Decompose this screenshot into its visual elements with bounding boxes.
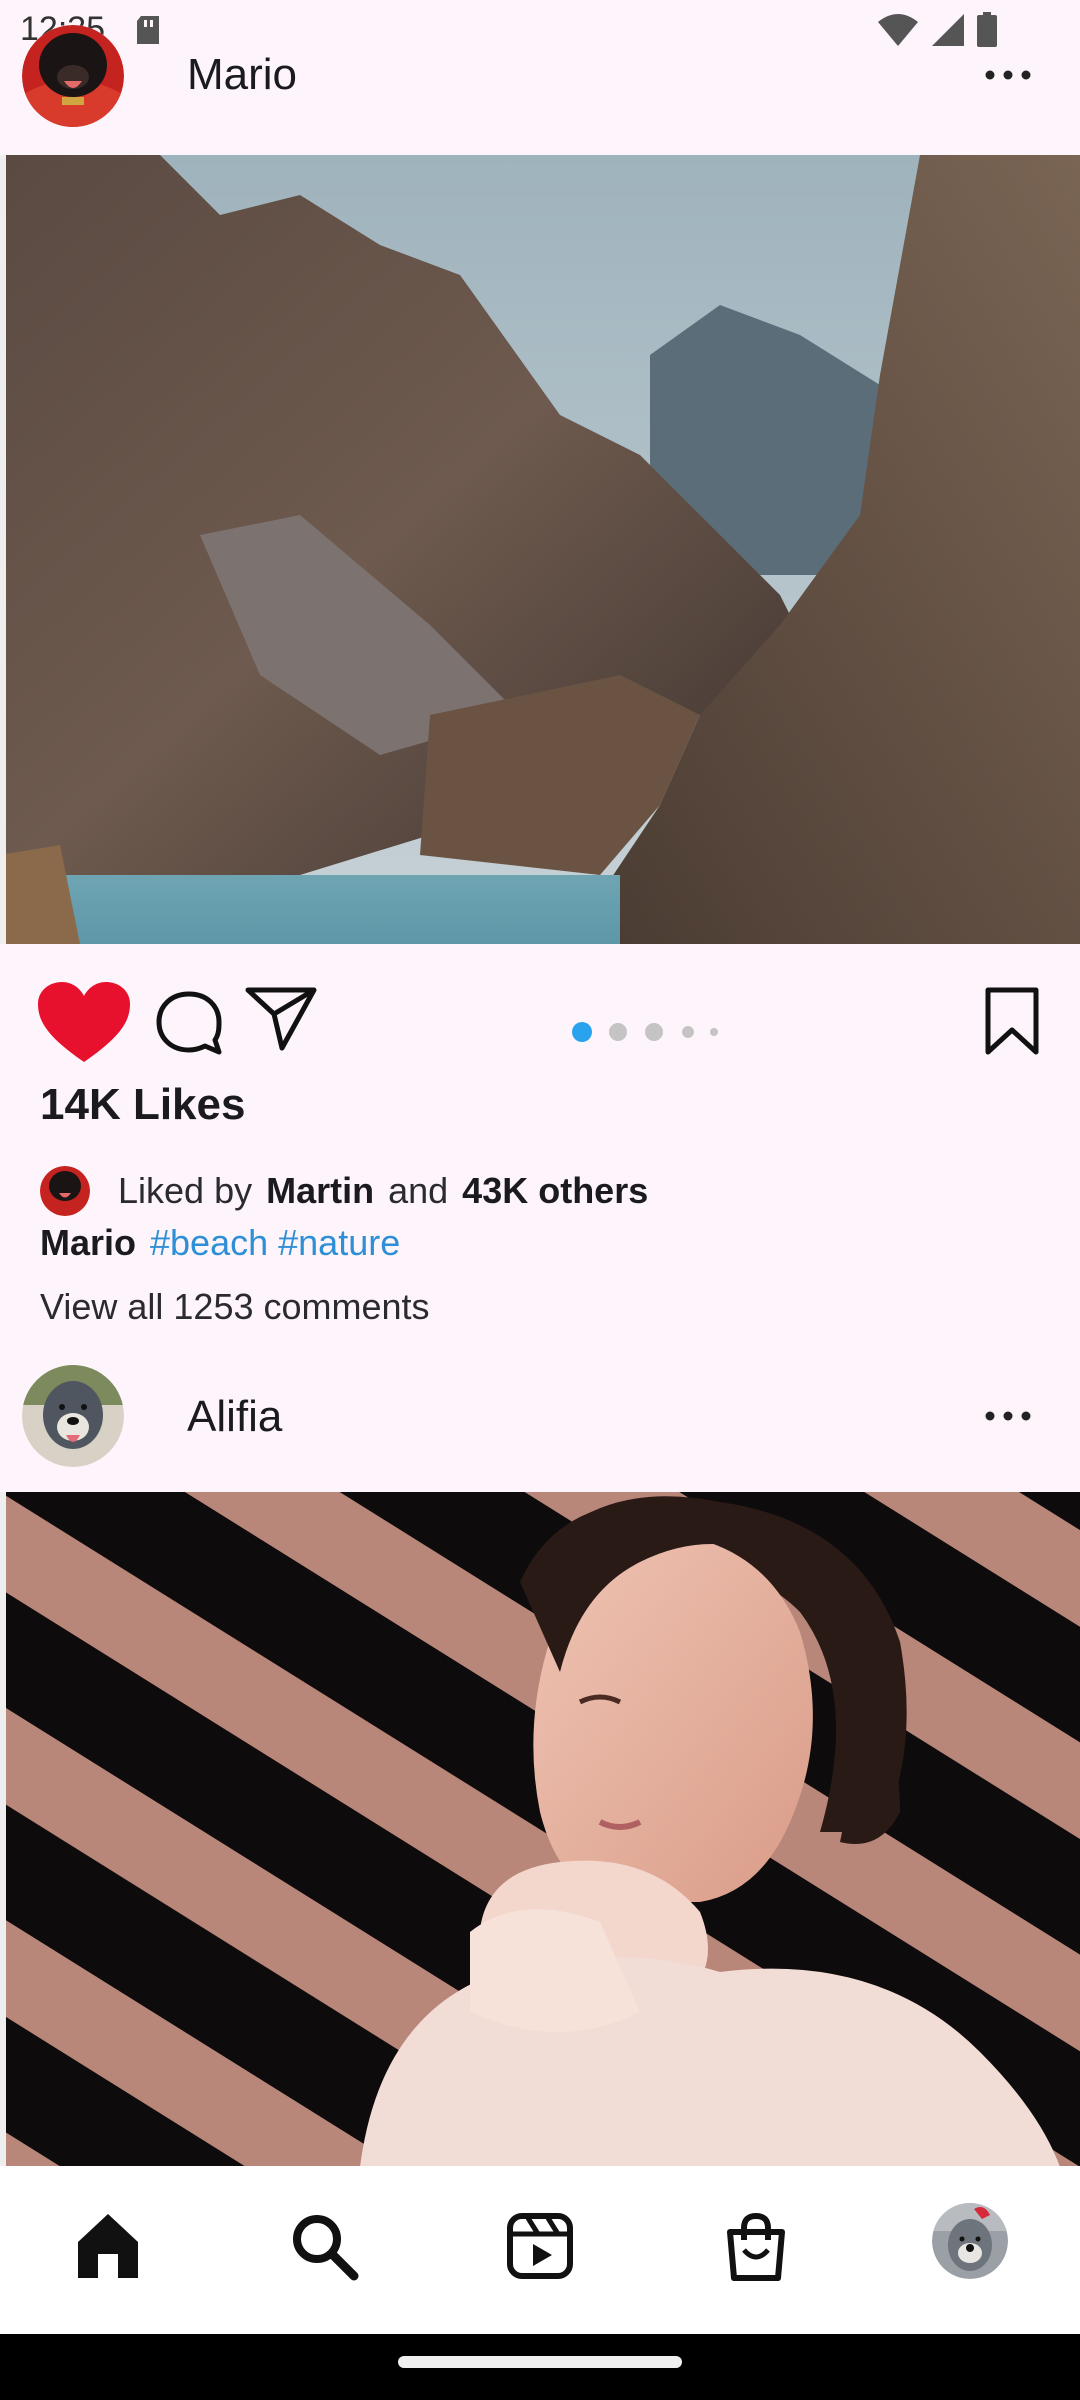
more-icon[interactable]: [978, 1401, 1038, 1431]
username[interactable]: Mario: [187, 50, 297, 100]
search-icon[interactable]: [284, 2206, 364, 2286]
hashtag[interactable]: #nature: [278, 1222, 400, 1263]
carousel-indicator: [572, 1022, 718, 1042]
likes-count[interactable]: 14K Likes: [40, 1080, 245, 1130]
shop-icon[interactable]: [716, 2206, 796, 2286]
post-header: Alifia: [0, 1340, 1080, 1492]
caption: Mario #beach #nature: [40, 1222, 400, 1264]
liked-by-prefix: Liked by: [118, 1170, 253, 1211]
post-actions: [0, 944, 1080, 1064]
home-gesture-bar[interactable]: [398, 2356, 682, 2368]
bottom-navigation: [0, 2166, 1080, 2334]
home-icon[interactable]: [68, 2206, 148, 2286]
send-icon[interactable]: [244, 986, 318, 1052]
username[interactable]: Alifia: [187, 1392, 282, 1442]
bookmark-icon[interactable]: [982, 986, 1042, 1056]
liked-by-name[interactable]: Martin: [266, 1170, 374, 1212]
hashtag[interactable]: #beach: [150, 1222, 268, 1263]
post-image[interactable]: [0, 1492, 1080, 2167]
comment-icon[interactable]: [153, 988, 225, 1060]
caption-author[interactable]: Mario: [40, 1222, 136, 1263]
gesture-navigation-area: [0, 2334, 1080, 2400]
more-icon[interactable]: [978, 60, 1038, 90]
heart-icon[interactable]: [36, 980, 132, 1066]
liked-by-conjunction: and: [388, 1170, 449, 1211]
post-header: Mario: [0, 0, 1080, 155]
view-comments-link[interactable]: View all 1253 comments: [40, 1286, 430, 1328]
liked-by: Liked by Martin and 43K others: [40, 1165, 662, 1217]
liked-by-avatar[interactable]: [40, 1166, 90, 1216]
post-image[interactable]: [0, 155, 1080, 944]
reels-icon[interactable]: [500, 2206, 580, 2286]
profile-avatar[interactable]: [932, 2203, 1008, 2279]
avatar[interactable]: [22, 25, 124, 127]
liked-by-others[interactable]: 43K others: [462, 1170, 648, 1212]
avatar[interactable]: [22, 1365, 124, 1467]
